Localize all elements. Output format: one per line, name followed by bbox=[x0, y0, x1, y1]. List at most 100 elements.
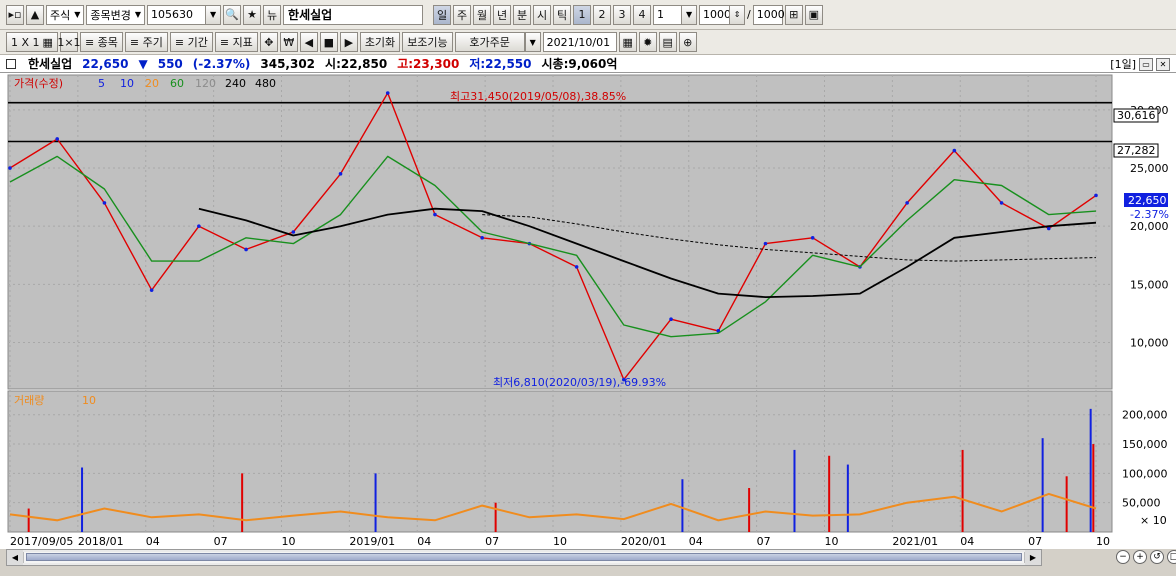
scroll-right-icon[interactable]: ▶ bbox=[1025, 550, 1041, 565]
grid-icon: ▦ bbox=[42, 35, 53, 49]
zoom-in-icon[interactable]: + bbox=[1133, 550, 1147, 564]
price-point bbox=[197, 224, 201, 228]
stock-code-combo[interactable]: 105630 ▼ bbox=[147, 4, 222, 25]
order-combo[interactable]: 호가주문 ▼ bbox=[454, 32, 541, 52]
period-button[interactable]: ≡ 주기 bbox=[124, 32, 168, 52]
indicator-button[interactable]: ≡ 지표 bbox=[214, 32, 258, 52]
info-mktcap: 시총:9,060억 bbox=[541, 57, 618, 71]
price-point bbox=[102, 201, 107, 205]
volume-bar bbox=[1041, 438, 1044, 532]
time-tick-label: 07 bbox=[485, 535, 499, 548]
range-button[interactable]: ≡ 기간 bbox=[169, 32, 213, 52]
play-forward-icon[interactable]: ▶ bbox=[339, 32, 358, 52]
volume-bar bbox=[1089, 408, 1092, 532]
high-annotation: 최고31,450(2019/05/08),38.85% bbox=[450, 90, 626, 103]
market-type-select[interactable]: 주식 ▼ bbox=[46, 4, 85, 25]
close-icon[interactable]: ✕ bbox=[1156, 57, 1170, 71]
panel-toggle-icon[interactable]: ▸▫ bbox=[6, 4, 24, 25]
scroll-left-icon[interactable]: ◀ bbox=[7, 550, 23, 565]
price-point bbox=[244, 247, 248, 252]
layout-button[interactable]: 1 X 1 ▦ bbox=[6, 32, 58, 52]
reset-button[interactable]: 초기화 bbox=[359, 32, 401, 52]
ratio-icon[interactable]: 1×1 bbox=[57, 32, 81, 52]
volume-unit-label: × 10 bbox=[1140, 514, 1167, 527]
date-input[interactable]: 2021/10/01 bbox=[542, 32, 617, 52]
zoom-fit-icon[interactable]: □ bbox=[1167, 550, 1176, 564]
count-input[interactable]: 1000 bbox=[699, 4, 731, 25]
interval-combo[interactable]: 1 ▼ bbox=[653, 4, 698, 25]
legend-ma60: 60 bbox=[170, 77, 184, 90]
price-point bbox=[999, 201, 1004, 205]
volume-bar bbox=[27, 508, 30, 532]
price-point bbox=[905, 201, 909, 205]
interval-4-button[interactable]: 4 bbox=[633, 4, 652, 25]
price-point bbox=[480, 236, 484, 240]
zoom-out-icon[interactable]: − bbox=[1116, 550, 1130, 564]
count-spinner[interactable]: 1000 ⇕ bbox=[699, 4, 746, 25]
period-year-button[interactable]: 년 bbox=[493, 4, 512, 25]
menu-icon: ≡ bbox=[174, 35, 185, 49]
time-tick-label: 2020/01 bbox=[621, 535, 667, 548]
add-window-icon[interactable]: ⊞ bbox=[784, 4, 803, 25]
chart-scrollbar[interactable]: ◀ ▶ bbox=[6, 549, 1042, 566]
info-price: 22,650 bbox=[82, 56, 129, 71]
volume-bar bbox=[1065, 476, 1068, 532]
stock-info-bar: 한세실업 22,650 ▼ 550 (-2.37%) 345,302 시:22,… bbox=[0, 55, 1176, 73]
period-tick-button[interactable]: 틱 bbox=[553, 4, 572, 25]
info-open: 시:22,850 bbox=[325, 57, 388, 71]
period-month-button[interactable]: 월 bbox=[473, 4, 492, 25]
period-hour-button[interactable]: 시 bbox=[533, 4, 552, 25]
save-icon[interactable]: ▣ bbox=[804, 4, 823, 25]
minimize-icon[interactable]: ▭ bbox=[1139, 57, 1153, 71]
stop-icon[interactable]: ■ bbox=[319, 32, 338, 52]
time-tick-label: 07 bbox=[214, 535, 228, 548]
chevron-down-icon[interactable]: ▼ bbox=[681, 4, 698, 25]
stock-chart[interactable]: 10,00015,00020,00025,00030,00050,000100,… bbox=[0, 73, 1176, 549]
checkbox-icon[interactable] bbox=[6, 58, 16, 69]
gear-icon[interactable]: ✹ bbox=[638, 32, 657, 52]
favorite-star-icon[interactable]: ★ bbox=[243, 4, 262, 25]
time-tick-label: 10 bbox=[553, 535, 567, 548]
currency-button[interactable]: ₩ bbox=[279, 32, 298, 52]
volume-bar bbox=[1092, 444, 1095, 532]
window-controls: [1일] ▭ ✕ bbox=[1110, 55, 1170, 73]
volume-bar bbox=[748, 488, 751, 532]
chevron-up-icon[interactable]: ▲ bbox=[26, 4, 44, 25]
period-day-button[interactable]: 일 bbox=[433, 4, 452, 25]
time-tick-label: 04 bbox=[960, 535, 974, 548]
scroll-thumb[interactable] bbox=[26, 553, 1022, 561]
interval-2-button[interactable]: 2 bbox=[593, 4, 612, 25]
calendar-icon[interactable]: ▦ bbox=[618, 32, 637, 52]
play-back-icon[interactable]: ◀ bbox=[299, 32, 318, 52]
zoom-reset-icon[interactable]: ↺ bbox=[1150, 550, 1164, 564]
interval-1-button[interactable]: 1 bbox=[573, 4, 592, 25]
change-stock-select[interactable]: 종목변경 ▼ bbox=[86, 4, 146, 25]
interval-input[interactable]: 1 bbox=[653, 4, 682, 25]
legend-vol-ma: 10 bbox=[82, 394, 96, 407]
time-tick-label: 07 bbox=[1028, 535, 1042, 548]
time-tick-label: 2019/01 bbox=[349, 535, 395, 548]
search-icon[interactable]: 🔍 bbox=[223, 4, 242, 25]
price-point bbox=[669, 317, 673, 322]
spin-arrows-icon[interactable]: ⇕ bbox=[729, 4, 746, 25]
order-button[interactable]: 호가주문 bbox=[454, 32, 525, 52]
volume-bar bbox=[241, 473, 244, 532]
legend-ma480: 480 bbox=[255, 77, 276, 90]
price-point bbox=[952, 148, 957, 153]
aux-function-button[interactable]: 보조기능 bbox=[402, 32, 453, 52]
zoom-search-icon[interactable]: ⊕ bbox=[678, 32, 697, 52]
legend-ma120: 120 bbox=[195, 77, 216, 90]
period-minute-button[interactable]: 분 bbox=[513, 4, 532, 25]
stock-code-input[interactable]: 105630 bbox=[147, 4, 206, 25]
scroll-track[interactable] bbox=[23, 552, 1025, 563]
interval-3-button[interactable]: 3 bbox=[613, 4, 632, 25]
items-button[interactable]: ≡ 종목 bbox=[79, 32, 123, 52]
current-pct-label: -2.37% bbox=[1130, 208, 1169, 221]
move-icon[interactable]: ✥ bbox=[259, 32, 278, 52]
period-week-button[interactable]: 주 bbox=[453, 4, 472, 25]
new-item-icon[interactable]: 뉴 bbox=[263, 4, 282, 25]
volume-bar bbox=[846, 464, 849, 532]
table-settings-icon[interactable]: ▤ bbox=[658, 32, 677, 52]
chevron-down-icon[interactable]: ▼ bbox=[205, 4, 222, 25]
chevron-down-icon[interactable]: ▼ bbox=[524, 32, 541, 52]
